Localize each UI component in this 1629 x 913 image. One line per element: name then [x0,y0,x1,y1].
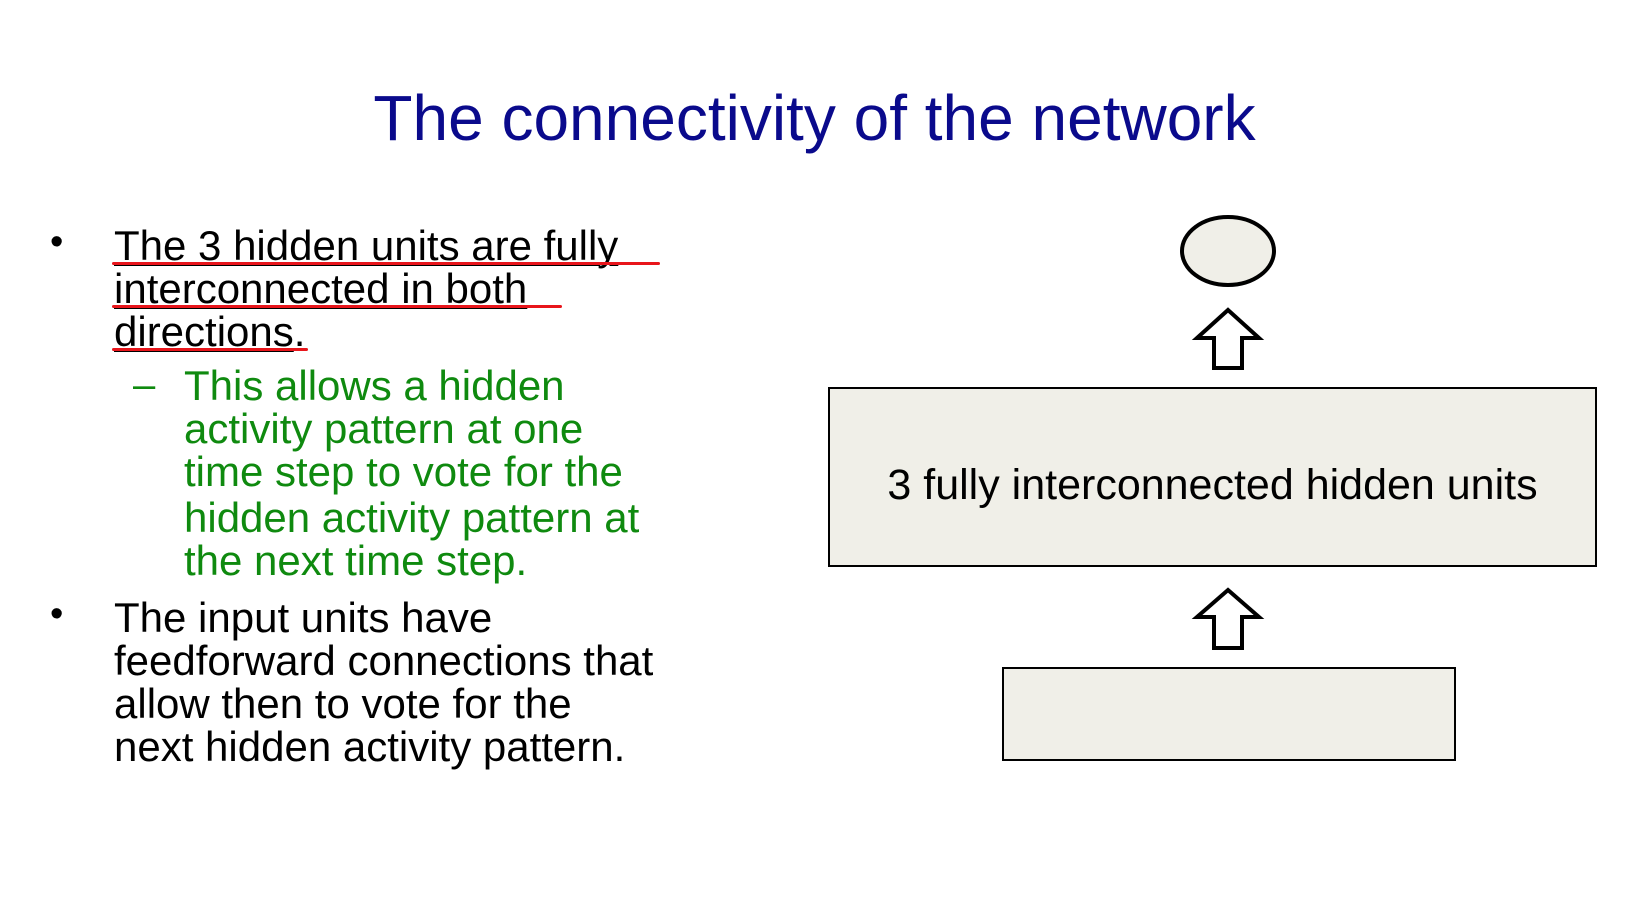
output-unit-ellipse [1180,215,1276,287]
input-units-box [1002,667,1456,761]
hidden-units-label: 3 fully interconnected hidden units [887,461,1538,509]
arrow-up-icon-lower [1191,587,1265,650]
arrow-up-icon-upper [1191,307,1265,370]
network-diagram [828,215,1597,761]
slide: The connectivity of the network • The 3 … [0,0,1629,913]
